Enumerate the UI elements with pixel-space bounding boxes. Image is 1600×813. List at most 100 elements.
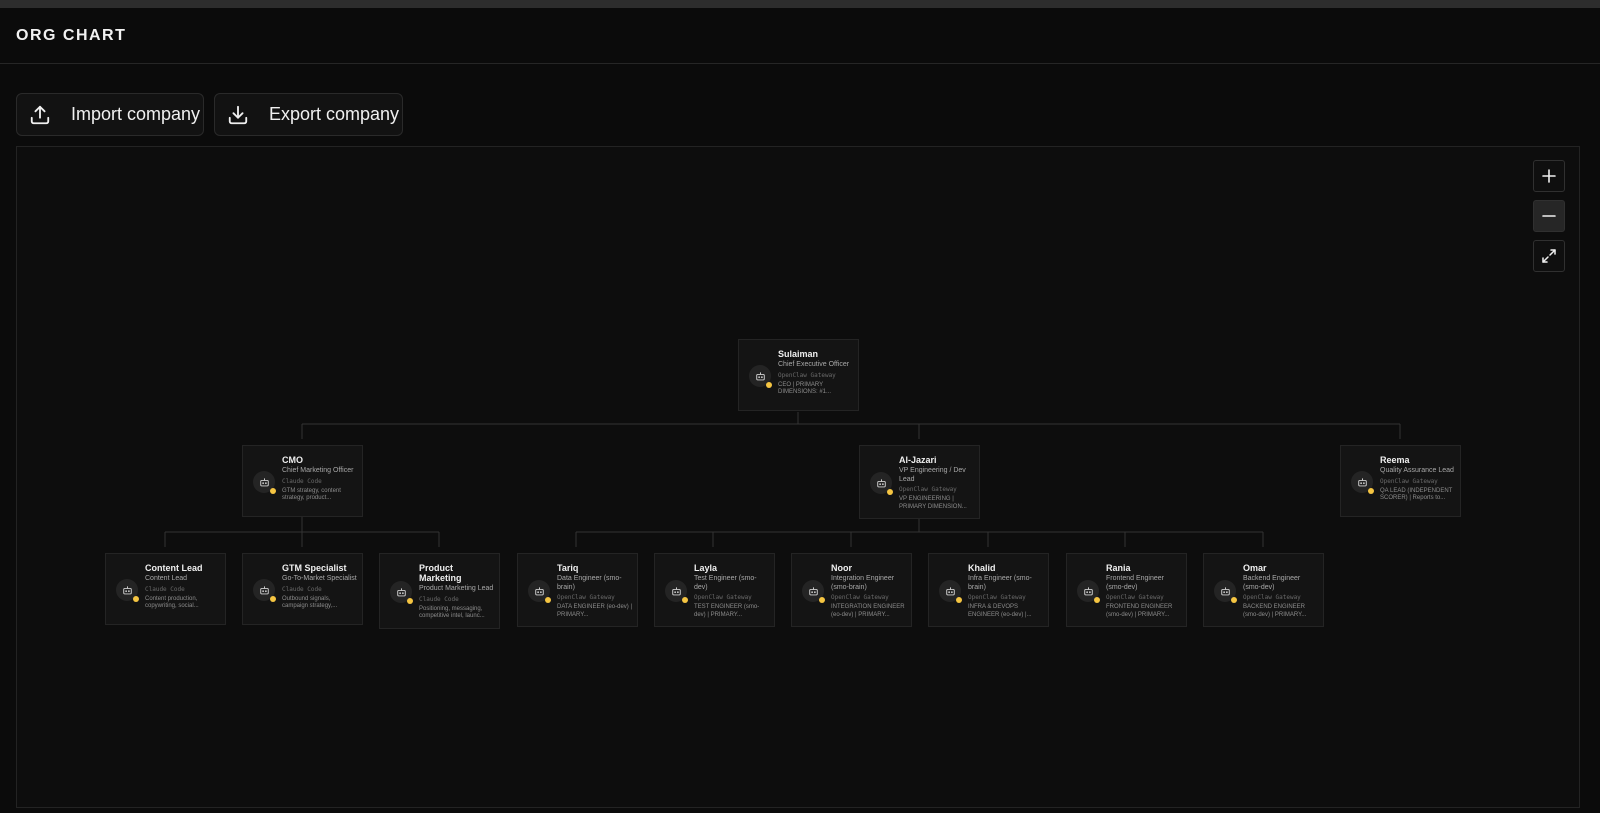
- status-dot: [407, 598, 413, 604]
- node-adapter: OpenClaw Gateway: [778, 371, 836, 379]
- node-adapter: Claude Code: [282, 477, 322, 485]
- status-dot: [887, 489, 893, 495]
- node-body: Sulaiman Chief Executive Officer OpenClaw …: [778, 349, 854, 397]
- node-description: VP ENGINEERING | PRIMARY DIMENSION...: [899, 496, 967, 510]
- node-adapter: OpenClaw Gateway: [1243, 594, 1301, 601]
- fit-view-button[interactable]: [1533, 240, 1565, 272]
- node-description: QA LEAD (INDEPENDENT SCORER) | Reports t…: [1380, 487, 1453, 502]
- node-role: VP Engineering / Dev Lead: [899, 467, 966, 483]
- node-adapter: OpenClaw Gateway: [1106, 594, 1164, 601]
- node-role: Chief Executive Officer: [778, 361, 850, 368]
- node-role: Test Engineer (smo-dev): [694, 575, 757, 591]
- node-description: CEO | PRIMARY DIMENSIONS: #1...: [778, 381, 832, 396]
- status-dot: [766, 382, 772, 388]
- org-node-noor[interactable]: Noor Integration Engineer (smo-brain) Open…: [791, 553, 912, 627]
- node-body: Reema Quality Assurance Lead OpenClaw Gate…: [1380, 455, 1456, 503]
- node-body: Rania Frontend Engineer (smo-dev) OpenClaw…: [1106, 563, 1182, 619]
- node-role: Chief Marketing Officer: [282, 467, 354, 474]
- org-node-layla[interactable]: Layla Test Engineer (smo-dev) OpenClaw Gat…: [654, 553, 775, 627]
- org-node-tariq[interactable]: Tariq Data Engineer (smo-brain) OpenClaw G…: [517, 553, 638, 627]
- export-company-label: Export company: [269, 104, 400, 124]
- org-node-sulaiman[interactable]: Sulaiman Chief Executive Officer OpenClaw …: [738, 339, 859, 411]
- node-role: Data Engineer (smo-brain): [557, 575, 622, 591]
- node-body: CMO Chief Marketing Officer Claude Code GTM…: [282, 455, 358, 503]
- zoom-in-button[interactable]: [1533, 160, 1565, 192]
- org-node-rania[interactable]: Rania Frontend Engineer (smo-dev) OpenClaw…: [1066, 553, 1187, 627]
- page-title: ORG CHART: [16, 27, 127, 44]
- node-body: Content Lead Content Lead Claude Code Conte…: [145, 563, 221, 611]
- org-node-cmo[interactable]: CMO Chief Marketing Officer Claude Code GTM…: [242, 445, 363, 517]
- node-description: BACKEND ENGINEER (smo-dev) | PRIMARY...: [1243, 604, 1307, 618]
- node-role: Product Marketing Lead: [419, 585, 494, 592]
- import-company-button[interactable]: Import company: [16, 93, 204, 136]
- node-description: INFRA & DEVOPS ENGINEER (eo-dev) |...: [968, 604, 1032, 618]
- node-name: Content Lead: [145, 563, 203, 573]
- node-role: Infra Engineer (smo-brain): [968, 575, 1032, 591]
- org-node-pm[interactable]: Product Marketing Product Marketing Lead C…: [379, 553, 500, 629]
- org-node-reema[interactable]: Reema Quality Assurance Lead OpenClaw Gate…: [1340, 445, 1461, 517]
- status-dot: [819, 597, 825, 603]
- status-dot: [1094, 597, 1100, 603]
- bot-icon: [528, 580, 551, 603]
- node-adapter: OpenClaw Gateway: [694, 594, 752, 601]
- bot-icon: [870, 472, 893, 495]
- window-top-strip: [0, 0, 1600, 8]
- status-dot: [1368, 488, 1374, 494]
- expand-icon: [1542, 249, 1556, 263]
- node-description: Content production, copywriting, social.…: [145, 595, 199, 610]
- bot-icon: [1214, 580, 1237, 603]
- org-node-omar[interactable]: Omar Backend Engineer (smo-dev) OpenClaw G…: [1203, 553, 1324, 627]
- node-name: Reema: [1380, 455, 1410, 465]
- node-description: INTEGRATION ENGINEER (eo-dev) | PRIMARY.…: [831, 604, 905, 618]
- zoom-out-button[interactable]: [1533, 200, 1565, 232]
- org-node-aljazari[interactable]: Al-Jazari VP Engineering / Dev Lead OpenCl…: [859, 445, 980, 519]
- node-name: Layla: [694, 563, 718, 573]
- node-name: Noor: [831, 563, 852, 573]
- status-dot: [270, 488, 276, 494]
- bot-icon: [253, 471, 276, 494]
- bot-icon: [253, 579, 276, 602]
- node-role: Integration Engineer (smo-brain): [831, 575, 895, 591]
- node-description: TEST ENGINEER (smo-dev) | PRIMARY...: [694, 604, 760, 618]
- org-node-gtm[interactable]: GTM Specialist Go-To-Market Specialist Cla…: [242, 553, 363, 625]
- bot-icon: [116, 579, 139, 602]
- bot-icon: [390, 581, 413, 604]
- export-company-button[interactable]: Export company: [214, 93, 403, 136]
- node-name: Tariq: [557, 563, 579, 573]
- bot-icon: [1351, 471, 1374, 494]
- bot-icon: [1077, 580, 1100, 603]
- org-chart-canvas[interactable]: Sulaiman Chief Executive Officer OpenClaw …: [16, 146, 1580, 808]
- node-body: Layla Test Engineer (smo-dev) OpenClaw Gat…: [694, 563, 770, 619]
- node-role: Go-To-Market Specialist: [282, 575, 357, 582]
- org-node-khalid[interactable]: Khalid Infra Engineer (smo-brain) OpenClaw…: [928, 553, 1049, 627]
- status-dot: [956, 597, 962, 603]
- node-adapter: Claude Code: [282, 585, 322, 593]
- node-body: Tariq Data Engineer (smo-brain) OpenClaw G…: [557, 563, 633, 619]
- node-role: Quality Assurance Lead: [1380, 467, 1454, 474]
- node-role: Content Lead: [145, 575, 188, 582]
- node-description: Positioning, messaging, competitive inte…: [419, 605, 485, 620]
- node-adapter: OpenClaw Gateway: [831, 594, 889, 601]
- node-role: Backend Engineer (smo-dev): [1243, 575, 1301, 591]
- status-dot: [133, 596, 139, 602]
- node-description: FRONTEND ENGINEER (smo-dev) | PRIMARY...: [1106, 604, 1173, 618]
- upload-icon: [30, 105, 50, 124]
- status-dot: [682, 597, 688, 603]
- node-name: Khalid: [968, 563, 996, 573]
- node-role: Frontend Engineer (smo-dev): [1106, 575, 1164, 591]
- node-description: GTM strategy, content strategy, product.…: [282, 487, 341, 502]
- node-body: GTM Specialist Go-To-Market Specialist Cla…: [282, 563, 358, 611]
- node-name: Al-Jazari: [899, 455, 937, 465]
- status-dot: [1231, 597, 1237, 603]
- node-adapter: Claude Code: [145, 585, 185, 593]
- node-body: Al-Jazari VP Engineering / Dev Lead OpenCl…: [899, 455, 975, 511]
- node-description: Outbound signals, campaign strategy,...: [282, 595, 338, 610]
- status-dot: [270, 596, 276, 602]
- node-name: Omar: [1243, 563, 1267, 573]
- node-name: GTM Specialist: [282, 563, 347, 573]
- bot-icon: [939, 580, 962, 603]
- org-node-content[interactable]: Content Lead Content Lead Claude Code Conte…: [105, 553, 226, 625]
- node-adapter: OpenClaw Gateway: [899, 486, 957, 493]
- node-adapter: OpenClaw Gateway: [1380, 477, 1438, 485]
- bot-icon: [749, 365, 772, 388]
